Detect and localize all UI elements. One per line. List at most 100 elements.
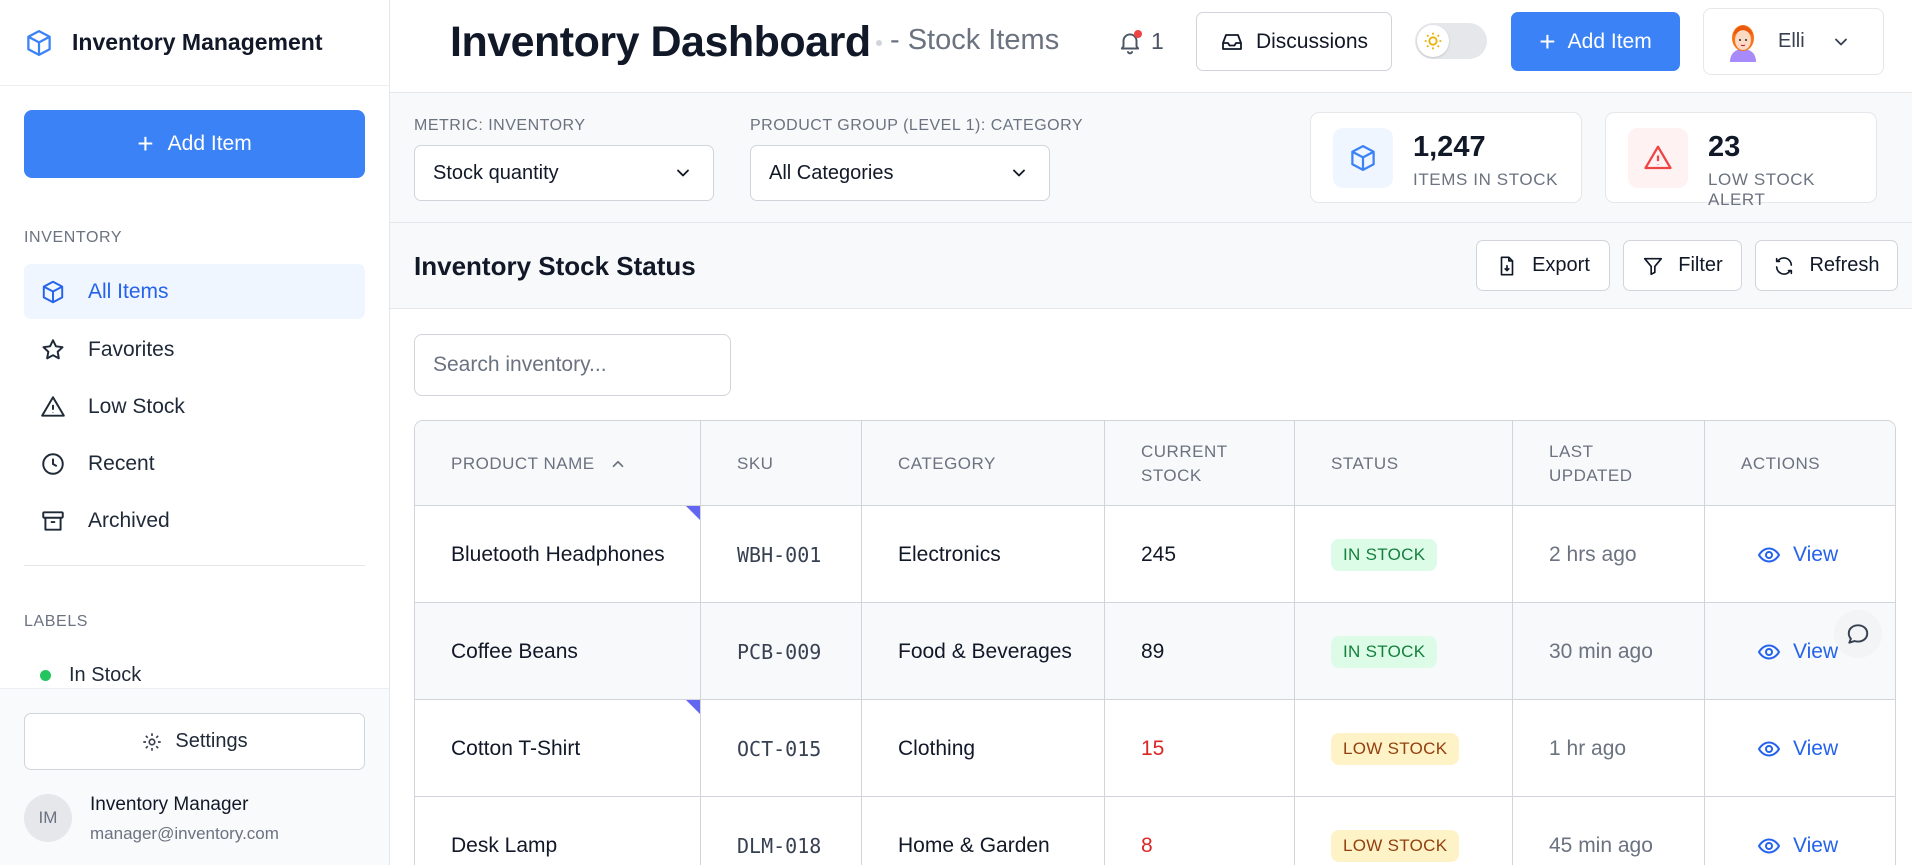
cell-product-name: Bluetooth Headphones [415,506,701,603]
plus-icon: + [137,128,154,159]
metric-filter-label: METRIC: INVENTORY [414,117,586,134]
section-title: Inventory Stock Status [414,251,696,281]
column-header-category[interactable]: CATEGORY [862,421,1105,506]
filter-bar: METRIC: INVENTORY Stock quantity PRODUCT… [390,93,1912,223]
sidebar-add-item-label: Add Item [167,132,252,155]
column-header-last-updated[interactable]: LAST UPDATED [1513,421,1705,506]
table-row[interactable]: Cotton T-Shirt OCT-015 Clothing 15 LOW S… [415,700,1895,797]
cell-last-updated: 30 min ago [1513,603,1705,700]
refresh-icon [1776,256,1793,275]
column-header-actions: ACTIONS [1705,421,1895,506]
cell-current-stock: 245 [1105,506,1295,603]
view-link[interactable]: View [1757,737,1838,761]
cell-product-name: Cotton T-Shirt [415,700,701,797]
status-badge: LOW STOCK [1331,732,1460,765]
view-link-label: View [1793,639,1839,663]
export-button[interactable]: Export [1476,240,1610,291]
column-header-label: LAST UPDATED [1549,441,1633,485]
cell-status: IN STOCK [1295,506,1513,603]
sort-ascending-icon [612,460,623,467]
eye-icon [1757,643,1781,660]
chat-bubble-icon [1847,624,1869,644]
cell-actions: View [1705,700,1895,797]
table-row[interactable]: Desk Lamp DLM-018 Home & Garden 8 LOW ST… [415,797,1895,865]
view-link[interactable]: View [1757,543,1838,567]
refresh-label: Refresh [1809,254,1880,276]
cell-category: Food & Beverages [862,603,1105,700]
view-link[interactable]: View [1757,834,1838,858]
metric-select[interactable]: Stock quantity [414,145,714,201]
column-header-status[interactable]: STATUS [1295,421,1513,506]
cell-product-name: Coffee Beans [415,603,701,700]
status-badge: IN STOCK [1331,538,1438,571]
settings-button[interactable]: Settings [24,713,365,770]
cell-current-stock: 8 [1105,797,1295,865]
chevron-down-icon [677,169,689,177]
cell-sku: OCT-015 [701,700,862,797]
sidebar-item-label: Low Stock [88,394,185,418]
sidebar-divider [24,565,365,566]
sun-icon [1424,32,1442,50]
discussions-button[interactable]: Discussions [1196,12,1392,71]
inbox-icon [1222,33,1242,50]
archive-icon [42,510,64,531]
top-bar: Inventory Dashboard - Stock Items 1 Disc… [390,0,1912,93]
sidebar-add-item-button[interactable]: + Add Item [24,110,365,178]
table-header: PRODUCT NAME SKU CATEGORY CURRENT STOCK S… [415,421,1895,506]
user-display-name: Elli [1778,30,1805,52]
page-subtitle: - Stock Items [890,24,1060,56]
cell-last-updated: 45 min ago [1513,797,1705,865]
column-header-product-name[interactable]: PRODUCT NAME [415,421,701,506]
brand: Inventory Management [0,0,389,86]
eye-icon [1757,546,1781,563]
sidebar-item-label: Archived [88,508,170,532]
column-header-sku[interactable]: SKU [701,421,862,506]
table-row[interactable]: Coffee Beans PCB-009 Food & Beverages 89… [415,603,1895,700]
filter-button[interactable]: Filter [1623,240,1742,291]
cell-current-stock: 15 [1105,700,1295,797]
label-item-in-stock[interactable]: In Stock [40,664,141,687]
view-link-label: View [1793,736,1839,760]
chat-bubble-button[interactable] [1834,610,1882,658]
user-email: manager@inventory.com [90,824,279,843]
user-name: Inventory Manager [90,794,249,815]
view-link[interactable]: View [1757,640,1838,664]
cube-icon [1351,145,1375,171]
sidebar-footer: Settings IM Inventory Manager manager@in… [0,688,389,865]
eye-icon [1757,837,1781,854]
cell-last-updated: 2 hrs ago [1513,506,1705,603]
sidebar-item-archived[interactable]: Archived [24,493,365,548]
cell-sku: DLM-018 [701,797,862,865]
group-filter-label: PRODUCT GROUP (LEVEL 1): CATEGORY [750,117,1084,134]
inventory-table: PRODUCT NAME SKU CATEGORY CURRENT STOCK S… [414,420,1896,865]
warning-icon [1644,145,1672,170]
sidebar-item-label: Favorites [88,337,175,361]
cell-category: Electronics [862,506,1105,603]
category-select[interactable]: All Categories [750,145,1050,201]
status-badge: IN STOCK [1331,635,1438,668]
search-input[interactable] [414,334,731,396]
main-content: Inventory Dashboard - Stock Items 1 Disc… [390,0,1912,865]
section-label-labels: LABELS [24,613,89,630]
chevron-down-icon [1834,38,1847,45]
table-row[interactable]: Bluetooth Headphones WBH-001 Electronics… [415,506,1895,603]
sidebar-item-low-stock[interactable]: Low Stock [24,379,365,434]
plus-icon: + [1539,25,1556,57]
clock-icon [42,452,64,475]
sidebar-item-all-items[interactable]: All Items [24,264,365,319]
sidebar-item-recent[interactable]: Recent [24,436,365,491]
cell-category: Home & Garden [862,797,1105,865]
refresh-button[interactable]: Refresh [1755,240,1898,291]
sidebar-item-favorites[interactable]: Favorites [24,322,365,377]
sidebar-item-label: Recent [88,451,155,475]
cell-status: LOW STOCK [1295,700,1513,797]
column-header-label: CURRENT STOCK [1141,441,1228,485]
column-header-current-stock[interactable]: CURRENT STOCK [1105,421,1295,506]
user-profile-menu[interactable]: Elli [1703,8,1884,75]
label-color-dot [40,670,51,681]
avatar[interactable]: IM [24,794,72,842]
discussions-label: Discussions [1255,29,1369,53]
cell-product-name: Desk Lamp [415,797,701,865]
theme-toggle[interactable] [1415,23,1487,59]
header-add-item-button[interactable]: + Add Item [1511,12,1680,71]
